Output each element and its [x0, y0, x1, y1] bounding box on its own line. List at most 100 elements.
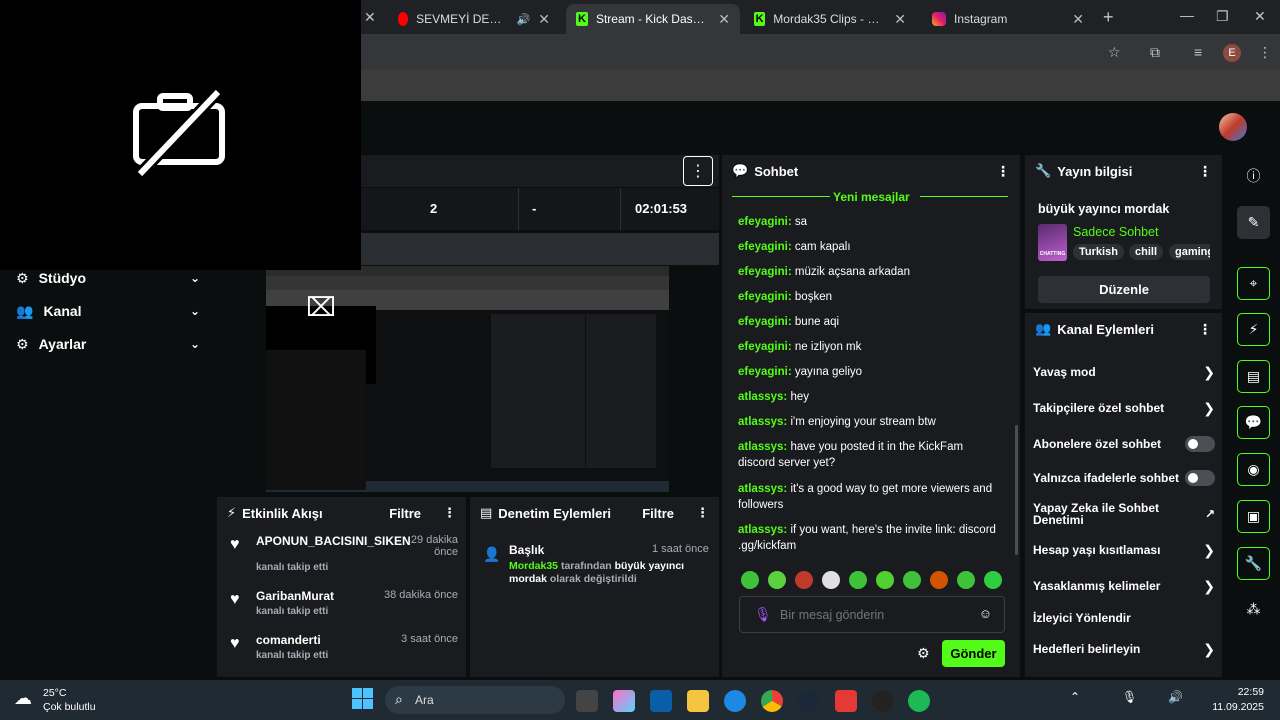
send-button[interactable]: Gönder — [942, 640, 1005, 667]
window-close-icon[interactable]: ✕ — [1254, 8, 1266, 25]
app-icon[interactable] — [872, 690, 894, 712]
maximize-icon[interactable]: ❐ — [1216, 8, 1229, 25]
bookmark-star-icon[interactable]: ☆ — [1108, 44, 1121, 61]
user-avatar[interactable] — [1219, 113, 1247, 141]
chevron-up-icon[interactable]: ⌃ — [1070, 690, 1080, 704]
sidebar-item-settings[interactable]: ⚙ Ayarlar ⌄ — [16, 331, 200, 357]
microphone-icon[interactable]: 🎙 — [1122, 690, 1137, 704]
close-tab-icon[interactable]: ✕ — [1072, 11, 1084, 28]
action-account-age[interactable]: Hesap yaşı kısıtlaması ❯ — [1033, 540, 1215, 560]
emote-icon[interactable] — [957, 571, 975, 589]
app-icon[interactable] — [835, 690, 857, 712]
chat-message-input[interactable] — [780, 605, 970, 625]
steam-icon[interactable] — [798, 690, 820, 712]
action-slow-mode[interactable]: Yavaş mod ❯ — [1033, 362, 1215, 382]
speaker-icon[interactable]: 🔊 — [1168, 690, 1183, 704]
kick-logo-icon: K — [754, 12, 766, 26]
follower-name: APONUN_BACISINI_SIKEN — [256, 534, 411, 548]
browser-menu-icon[interactable]: ⋮ — [1258, 44, 1272, 61]
users-icon: 👥 — [1035, 321, 1052, 336]
microphone-icon[interactable]: 🎙 — [754, 606, 772, 623]
sidebar-item-channel[interactable]: 👥 Kanal ⌄ — [16, 298, 200, 324]
speaker-icon[interactable]: 🔊 — [517, 13, 531, 26]
chat-message: efeyagini: bune aqi — [738, 316, 840, 328]
emote-icon[interactable] — [768, 571, 786, 589]
weather-temp[interactable]: 25°C — [43, 687, 66, 699]
minimize-icon[interactable]: — — [1180, 7, 1194, 23]
chat-settings-gear-icon[interactable]: ⚙ — [917, 645, 930, 662]
weather-description[interactable]: Çok bulutlu — [43, 701, 96, 713]
clock-time[interactable]: 22:59 — [1232, 686, 1264, 698]
emote-icon[interactable] — [984, 571, 1002, 589]
subscribers-only-toggle[interactable] — [1185, 436, 1215, 452]
app-icon[interactable] — [576, 690, 598, 712]
more-options-icon[interactable]: ⋮ — [1198, 321, 1212, 338]
more-options-icon[interactable]: ⋮ — [996, 163, 1010, 180]
action-banned-words[interactable]: Yasaklanmış kelimeler ❯ — [1033, 576, 1215, 596]
layout-icon[interactable]: ▣ — [1237, 500, 1270, 533]
pencil-icon[interactable]: ✎ — [1237, 206, 1270, 239]
close-tab-icon[interactable]: ✕ — [718, 11, 730, 28]
chat-bubble-icon[interactable]: 💬 — [1237, 406, 1270, 439]
more-options-icon[interactable]: ⋮ — [683, 156, 713, 186]
emote-icon[interactable] — [795, 571, 813, 589]
chrome-icon[interactable] — [761, 690, 783, 712]
event-action: kanalı takip etti — [256, 562, 329, 573]
mod-user[interactable]: Mordak35 — [509, 560, 558, 572]
wrench-icon[interactable]: 🔧 — [1237, 547, 1270, 580]
profile-avatar[interactable]: E — [1223, 44, 1241, 62]
nodes-icon[interactable]: ⁂ — [1237, 593, 1270, 626]
extensions-icon[interactable]: ⧉ — [1150, 44, 1160, 61]
more-options-icon[interactable]: ⋮ — [696, 505, 709, 521]
copilot-icon[interactable] — [613, 690, 635, 712]
action-followers-only[interactable]: Takipçilere özel sohbet ❯ — [1033, 398, 1215, 418]
new-messages-divider: Yeni mesajlar — [833, 190, 910, 204]
tab-instagram[interactable]: Instagram ✕ — [922, 4, 1094, 34]
stream-category[interactable]: Sadece Sohbet — [1073, 225, 1159, 239]
lightning-icon[interactable]: ⚡ — [1237, 313, 1270, 346]
info-icon[interactable]: ⓘ — [1237, 159, 1270, 192]
filter-button[interactable]: Filtre — [389, 506, 421, 521]
windows-start-icon[interactable] — [352, 688, 374, 710]
close-tab-icon[interactable]: ✕ — [538, 11, 550, 28]
close-tab-icon[interactable]: ✕ — [894, 11, 906, 28]
scan-icon[interactable]: ⌖ — [1237, 267, 1270, 300]
close-icon[interactable]: ✕ — [364, 9, 376, 26]
broadcast-icon[interactable]: ◉ — [1237, 453, 1270, 486]
emote-icon[interactable] — [741, 571, 759, 589]
tab-mordak-clips[interactable]: K Mordak35 Clips - Watch Li ✕ — [744, 4, 916, 34]
action-set-goals[interactable]: Hedefleri belirleyin ❯ — [1033, 639, 1215, 659]
event-time: 38 dakika önce — [384, 589, 458, 601]
tab-kick-dashboard[interactable]: K Stream - Kick Dashboard ✕ — [566, 4, 740, 34]
action-ai-moderation[interactable]: Yapay Zeka ile Sohbet Denetimi ↗ — [1033, 500, 1215, 528]
emote-icon[interactable] — [903, 571, 921, 589]
emote-icon[interactable] — [822, 571, 840, 589]
emote-icon[interactable] — [876, 571, 894, 589]
chevron-down-icon: ⌄ — [189, 271, 200, 285]
emote-icon[interactable] — [849, 571, 867, 589]
more-options-icon[interactable]: ⋮ — [443, 505, 456, 521]
new-tab-icon[interactable]: + — [1103, 7, 1114, 28]
emote-only-toggle[interactable] — [1185, 470, 1215, 486]
edit-stream-button[interactable]: Düzenle — [1038, 276, 1210, 303]
taskbar-search-box[interactable]: ⌕ Ara — [385, 686, 565, 714]
spotify-icon[interactable] — [908, 690, 930, 712]
stream-tag: Turkish — [1073, 244, 1124, 260]
file-explorer-icon[interactable] — [687, 690, 709, 712]
store-icon[interactable] — [650, 690, 672, 712]
filter-button[interactable]: Filtre — [642, 506, 674, 521]
tab-sevmeyi[interactable]: SEVMEYİ DENEMEDİN 🔊 ✕ — [388, 4, 560, 34]
chat-scrollbar[interactable] — [1015, 425, 1018, 555]
emoji-icon[interactable]: ☺ — [979, 606, 992, 621]
panel-title: Denetim Eylemleri — [498, 505, 612, 521]
edge-icon[interactable] — [724, 690, 746, 712]
chat-message: efeyagini: cam kapalı — [738, 241, 851, 253]
moderation-header: ▤ Denetim Eylemleri Filtre ⋮ — [470, 497, 719, 529]
clock-date[interactable]: 11.09.2025 — [1210, 701, 1264, 713]
more-options-icon[interactable]: ⋮ — [1198, 163, 1212, 180]
media-control-icon[interactable]: ≡ — [1194, 44, 1202, 60]
document-icon[interactable]: ▤ — [1237, 360, 1270, 393]
emote-icon[interactable] — [930, 571, 948, 589]
action-raid-viewers[interactable]: İzleyici Yönlendir — [1033, 608, 1215, 628]
category-thumbnail: CHATTING — [1038, 224, 1067, 261]
